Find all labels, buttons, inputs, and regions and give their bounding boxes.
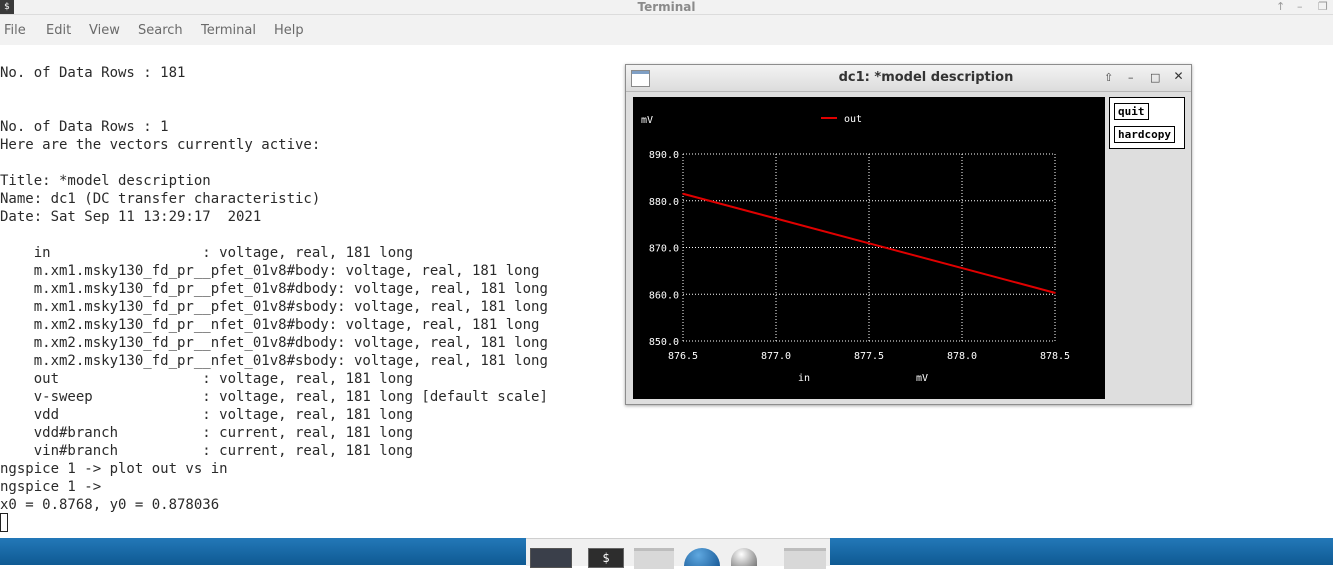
y-axis-unit: mV — [641, 115, 653, 126]
y-tick-label: 850.0 — [649, 337, 679, 348]
terminal-line: No. of Data Rows : 181 — [0, 65, 186, 81]
legend-label: out — [844, 114, 862, 125]
terminal-line: Name: dc1 (DC transfer characteristic) — [0, 191, 321, 207]
window-up-button[interactable]: ↑ — [1276, 0, 1285, 14]
hardcopy-button[interactable]: hardcopy — [1114, 126, 1175, 143]
terminal-line: vdd#branch : current, real, 181 long — [0, 425, 414, 441]
terminal-line: in : voltage, real, 181 long — [0, 245, 414, 261]
terminal-line: v-sweep : voltage, real, 181 long [defau… — [0, 389, 548, 405]
terminal-line: m.xm1.msky130_fd_pr__pfet_01v8#sbody: vo… — [0, 299, 548, 315]
x-axis-unit: mV — [916, 373, 928, 384]
plot-window-title: dc1: *model description — [838, 70, 1014, 85]
window-maximize-button[interactable]: ❐ — [1318, 0, 1328, 14]
terminal-prompt-line: ngspice 1 -> — [0, 479, 102, 495]
menu-file[interactable]: File — [4, 23, 26, 38]
y-tick-label: 860.0 — [649, 290, 679, 301]
window-thumbnail[interactable] — [530, 548, 572, 568]
menu-terminal[interactable]: Terminal — [201, 23, 256, 38]
x-tick-label: 878.0 — [947, 351, 977, 362]
data-point — [1054, 292, 1056, 294]
terminal-line: x0 = 0.8768, y0 = 0.878036 — [0, 497, 220, 513]
minimize-button[interactable]: – — [1128, 71, 1134, 85]
terminal-line: Date: Sat Sep 11 13:29:17 2021 — [0, 209, 262, 225]
terminal-line: vin#branch : current, real, 181 long — [0, 443, 414, 459]
x-axis-label: in — [798, 373, 810, 384]
terminal-line: out : voltage, real, 181 long — [0, 371, 414, 387]
terminal-line: vdd : voltage, real, 181 long — [0, 407, 414, 423]
x-tick-label: 878.5 — [1040, 351, 1070, 362]
quit-button[interactable]: quit — [1114, 103, 1149, 120]
menu-help[interactable]: Help — [274, 23, 304, 38]
data-point — [682, 192, 684, 195]
menu-edit[interactable]: Edit — [46, 23, 71, 38]
window-titlebar: $ Terminal ↑ – ❐ — [0, 0, 1333, 15]
window-title: Terminal — [637, 0, 696, 14]
terminal-line: m.xm2.msky130_fd_pr__nfet_01v8#dbody: vo… — [0, 335, 548, 351]
plot-window[interactable]: dc1: *model description ⇧ – □ ✕ 876.5 877… — [625, 64, 1192, 405]
shade-button[interactable]: ⇧ — [1104, 71, 1113, 85]
folder-icon[interactable] — [784, 548, 826, 569]
terminal-line: m.xm2.msky130_fd_pr__nfet_01v8#sbody: vo… — [0, 353, 548, 369]
y-tick-label: 870.0 — [649, 244, 679, 255]
terminal-line: Here are the vectors currently active: — [0, 137, 321, 153]
menu-view[interactable]: View — [89, 23, 120, 38]
x-tick-label: 877.5 — [854, 351, 884, 362]
y-tick-label: 890.0 — [649, 150, 679, 161]
disc-icon[interactable] — [731, 548, 757, 566]
terminal-line: m.xm1.msky130_fd_pr__pfet_01v8#dbody: vo… — [0, 281, 548, 297]
terminal-launcher-icon[interactable]: $ — [588, 548, 624, 568]
menubar: File Edit View Search Terminal Help — [0, 15, 1333, 45]
terminal-line: m.xm1.msky130_fd_pr__pfet_01v8#body: vol… — [0, 263, 540, 279]
data-point — [775, 217, 777, 220]
menu-search[interactable]: Search — [138, 23, 183, 38]
x-tick-label: 877.0 — [761, 351, 791, 362]
terminal-cursor — [0, 513, 8, 532]
terminal-line: m.xm2.msky130_fd_pr__nfet_01v8#body: vol… — [0, 317, 540, 333]
data-point — [868, 242, 870, 245]
terminal-prompt-line: ngspice 1 -> plot out vs in — [0, 461, 228, 477]
plot-button-panel: quit hardcopy — [1109, 97, 1185, 149]
terminal-line: Title: *model description — [0, 173, 211, 189]
browser-globe-icon[interactable] — [684, 548, 720, 566]
data-point — [961, 267, 963, 269]
folder-icon[interactable] — [634, 548, 674, 569]
window-minimize-button[interactable]: – — [1297, 0, 1303, 14]
line-chart: 876.5 877.0 877.5 878.0 878.5 890.0 880.0 870.0… — [641, 114, 1070, 384]
y-tick-label: 880.0 — [649, 197, 679, 208]
plot-canvas[interactable]: 876.5 877.0 877.5 878.0 878.5 890.0 880.0 870.0… — [633, 97, 1105, 399]
terminal-line: No. of Data Rows : 1 — [0, 119, 169, 135]
x-tick-label: 876.5 — [668, 351, 698, 362]
close-button[interactable]: ✕ — [1172, 70, 1185, 83]
dock: $ — [526, 538, 830, 569]
plot-window-titlebar[interactable]: dc1: *model description ⇧ – □ ✕ — [626, 65, 1191, 92]
maximize-button[interactable]: □ — [1150, 71, 1160, 85]
